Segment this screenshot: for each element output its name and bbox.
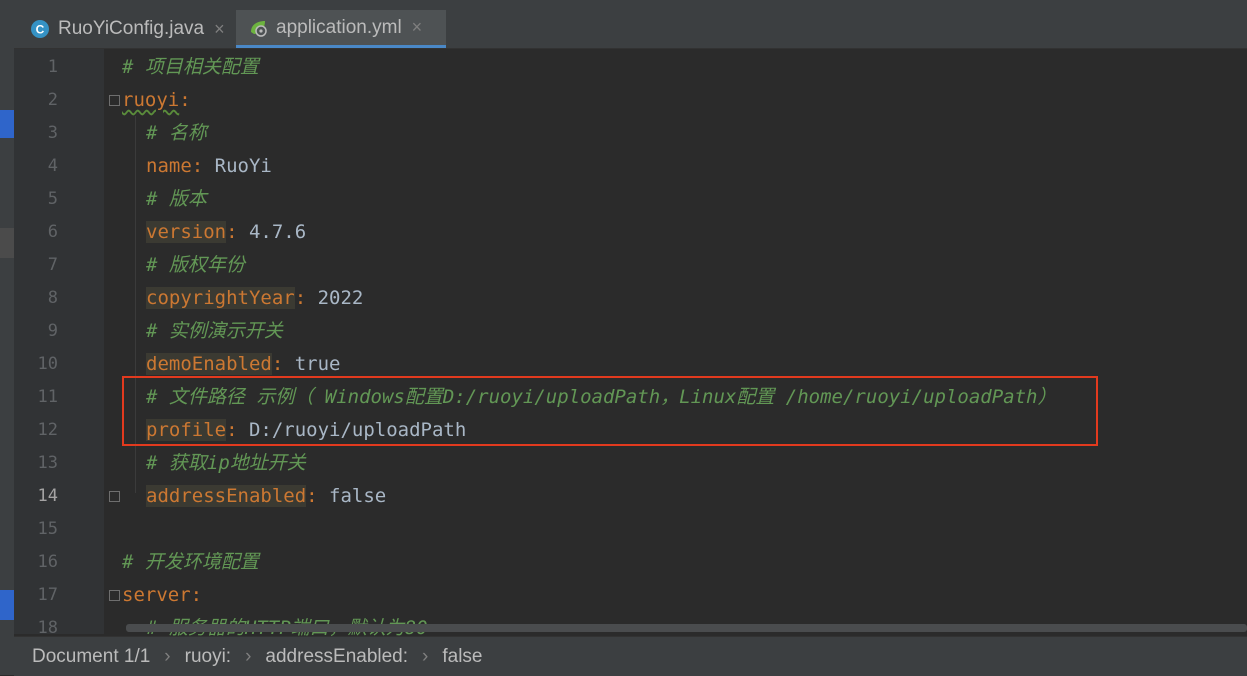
code-line[interactable]: # 名称 [146,117,207,150]
left-strip-selection [0,110,14,138]
line-number: 12 [37,420,58,440]
yaml-comment: # 实例演示开关 [146,320,283,342]
code-line[interactable]: # 版本 [146,183,207,216]
highlight-annotation-box [122,376,1098,446]
yaml-comment: # 名称 [146,122,207,144]
yaml-colon: : [306,485,318,507]
line-number: 2 [47,90,58,110]
code-line[interactable]: copyrightYear: 2022 [146,282,363,315]
fold-toggle-icon[interactable] [109,95,120,106]
left-strip-marker [0,228,14,258]
yaml-colon: : [226,221,238,243]
left-strip-selection-2 [0,590,14,620]
yaml-key: version [146,221,227,243]
code-line[interactable]: server: [122,579,202,612]
line-number: 9 [47,321,58,341]
tab-label: RuoYiConfig.java [58,18,205,39]
yaml-value: true [283,353,341,375]
line-number: 15 [37,519,58,539]
code-line[interactable]: name: RuoYi [146,150,272,183]
yaml-key: name [146,155,192,177]
tab-application-yml[interactable]: application.yml × [236,10,446,48]
yaml-key: copyrightYear [146,287,295,309]
fold-toggle-icon[interactable] [109,491,120,502]
tab-label: application.yml [276,16,402,38]
code-line[interactable]: # 开发环境配置 [122,546,259,579]
yaml-value: 2022 [306,287,364,309]
code-line[interactable]: version: 4.7.6 [146,216,306,249]
yaml-colon: : [179,89,191,111]
chevron-right-icon: › [422,645,429,667]
breadcrumb-address-enabled[interactable]: addressEnabled: [265,646,408,668]
line-number: 16 [37,552,58,572]
yaml-key: ruoyi [122,89,180,111]
close-icon[interactable]: × [214,19,225,40]
yaml-colon: : [294,287,307,309]
line-number: 7 [47,255,58,275]
line-number: 5 [47,189,58,209]
yaml-value: 4.7.6 [237,221,307,243]
yaml-comment: # 项目相关配置 [122,56,259,78]
fold-toggle-icon[interactable] [109,590,120,601]
yaml-colon: : [271,353,284,375]
breadcrumb-document[interactable]: Document 1/1 [32,646,150,668]
chevron-right-icon: › [245,645,252,667]
yaml-comment: # 版本 [146,188,207,210]
java-class-icon: C [31,20,49,38]
close-icon[interactable]: × [412,17,423,38]
horizontal-scrollbar[interactable] [126,624,1247,632]
line-number: 10 [37,354,58,374]
yaml-value: false [317,485,387,507]
yaml-key: demoEnabled [146,353,272,375]
code-line[interactable]: # 实例演示开关 [146,315,283,348]
editor-tab-bar: C RuoYiConfig.java × application.yml × [14,0,1247,49]
code-line[interactable]: addressEnabled: false [146,480,386,513]
yaml-key: server [122,584,191,606]
spring-yaml-icon [251,20,267,37]
breadcrumb-ruoyi[interactable]: ruoyi: [185,646,231,668]
yaml-colon: : [190,584,203,606]
code-line[interactable]: # 项目相关配置 [122,51,259,84]
yaml-colon: : [191,155,204,177]
tab-ruoyiconfig-java[interactable]: C RuoYiConfig.java × [30,10,240,48]
line-number: 14 [37,486,58,506]
code-line[interactable]: # 获取ip地址开关 [146,447,306,480]
yaml-comment: # 版权年份 [146,254,245,276]
line-number: 8 [47,288,58,308]
breadcrumb-bar: Document 1/1 › ruoyi: › addressEnabled: … [14,636,1247,676]
line-number: 4 [47,156,58,176]
breadcrumb-value[interactable]: false [442,646,482,668]
yaml-comment: # 获取ip地址开关 [146,452,306,474]
left-tool-strip [0,0,14,675]
line-number: 13 [37,453,58,473]
line-number: 11 [37,387,58,407]
line-number: 6 [47,222,58,242]
yaml-value: RuoYi [203,155,272,177]
code-line[interactable]: # 版权年份 [146,249,245,282]
chevron-right-icon: › [164,645,171,667]
yaml-comment: # 开发环境配置 [122,551,259,573]
yaml-key: addressEnabled [146,485,307,507]
code-line[interactable]: ruoyi: [122,84,191,117]
svg-text:C: C [36,23,45,37]
line-number: 1 [47,57,58,77]
line-number: 3 [47,123,58,143]
line-number: 17 [37,585,58,605]
